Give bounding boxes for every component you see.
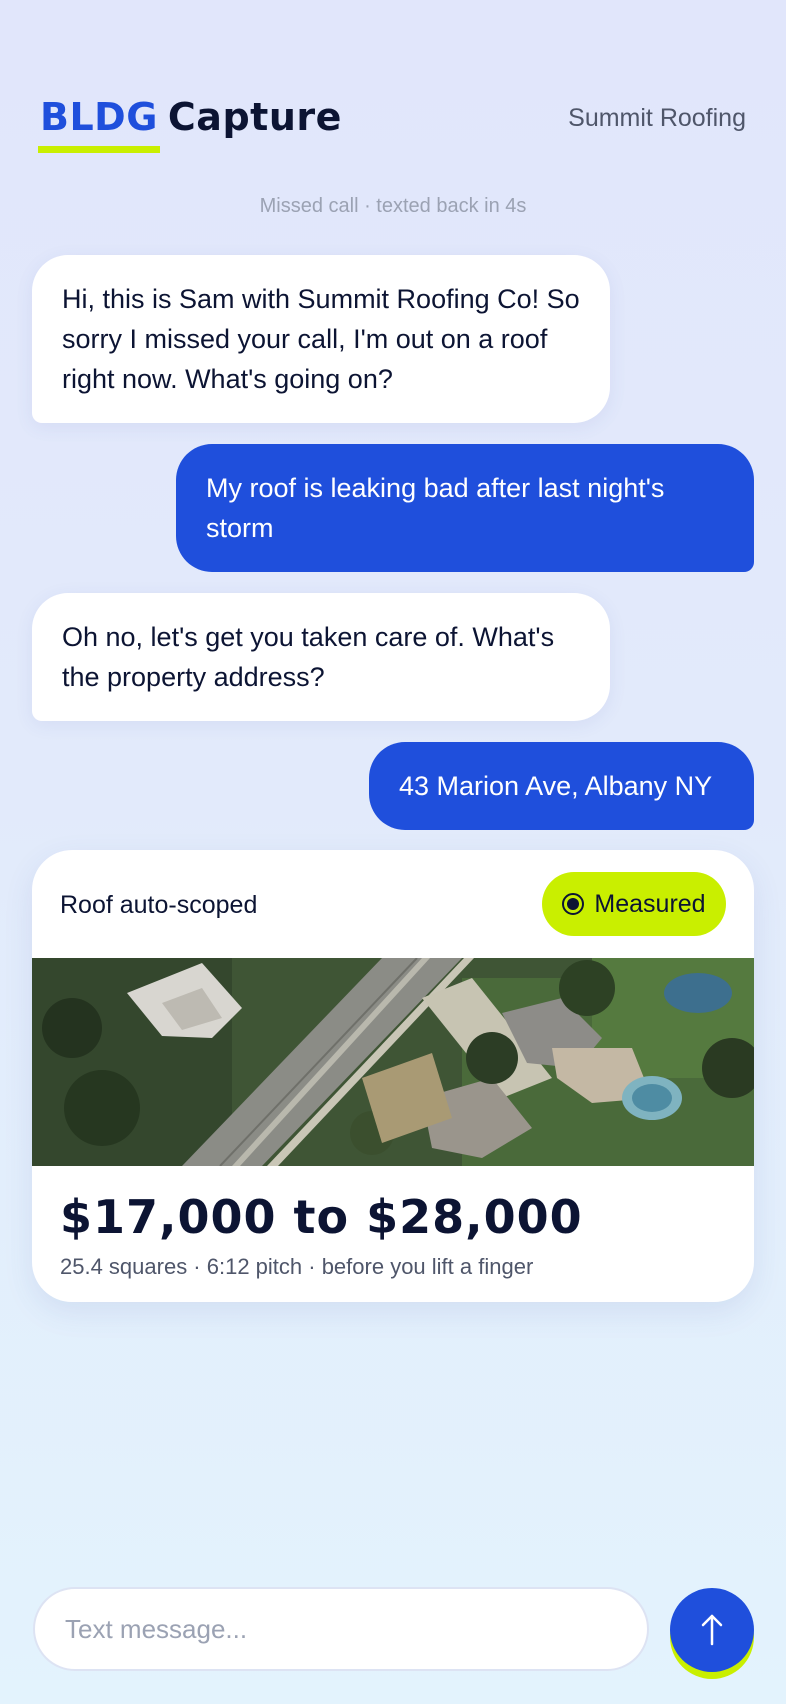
brand-logo: BLDG Capture <box>38 95 342 153</box>
badge-label: Measured <box>594 889 706 918</box>
price-range: $17,000 to $28,000 <box>60 1190 583 1244</box>
outgoing-message: 43 Marion Ave, Albany NY <box>369 742 754 830</box>
card-title: Roof auto-scoped <box>60 891 258 919</box>
send-button[interactable] <box>670 1588 754 1672</box>
incoming-message: Hi, this is Sam with Summit Roofing Co! … <box>32 255 610 423</box>
measured-badge: Measured <box>542 872 726 936</box>
message-text: Hi, this is Sam with Summit Roofing Co! … <box>62 284 580 394</box>
estimate-card[interactable]: Roof auto-scoped Measured $17,000 to $28… <box>32 850 754 1302</box>
message-text: Oh no, let's get you taken care of. What… <box>62 622 555 692</box>
message-input[interactable]: Text message... <box>33 1587 649 1671</box>
roof-details: 25.4 squares · 6:12 pitch · before you l… <box>60 1254 534 1279</box>
message-text: My roof is leaking bad after last night'… <box>206 473 665 543</box>
arrow-up-icon <box>701 1614 723 1646</box>
message-placeholder: Text message... <box>65 1613 248 1644</box>
company-name: Summit Roofing <box>568 104 746 132</box>
outgoing-message: My roof is leaking bad after last night'… <box>176 444 754 572</box>
incoming-message: Oh no, let's get you taken care of. What… <box>32 593 610 721</box>
app-header: BLDG Capture Summit Roofing <box>38 95 746 159</box>
message-text: 43 Marion Ave, Albany NY <box>399 771 713 801</box>
brand-secondary: Capture <box>167 95 342 139</box>
aerial-image <box>32 958 754 1166</box>
system-note: Missed call · texted back in 4s <box>259 195 527 217</box>
radio-dot-icon <box>562 893 585 915</box>
brand-primary: BLDG <box>38 95 160 153</box>
